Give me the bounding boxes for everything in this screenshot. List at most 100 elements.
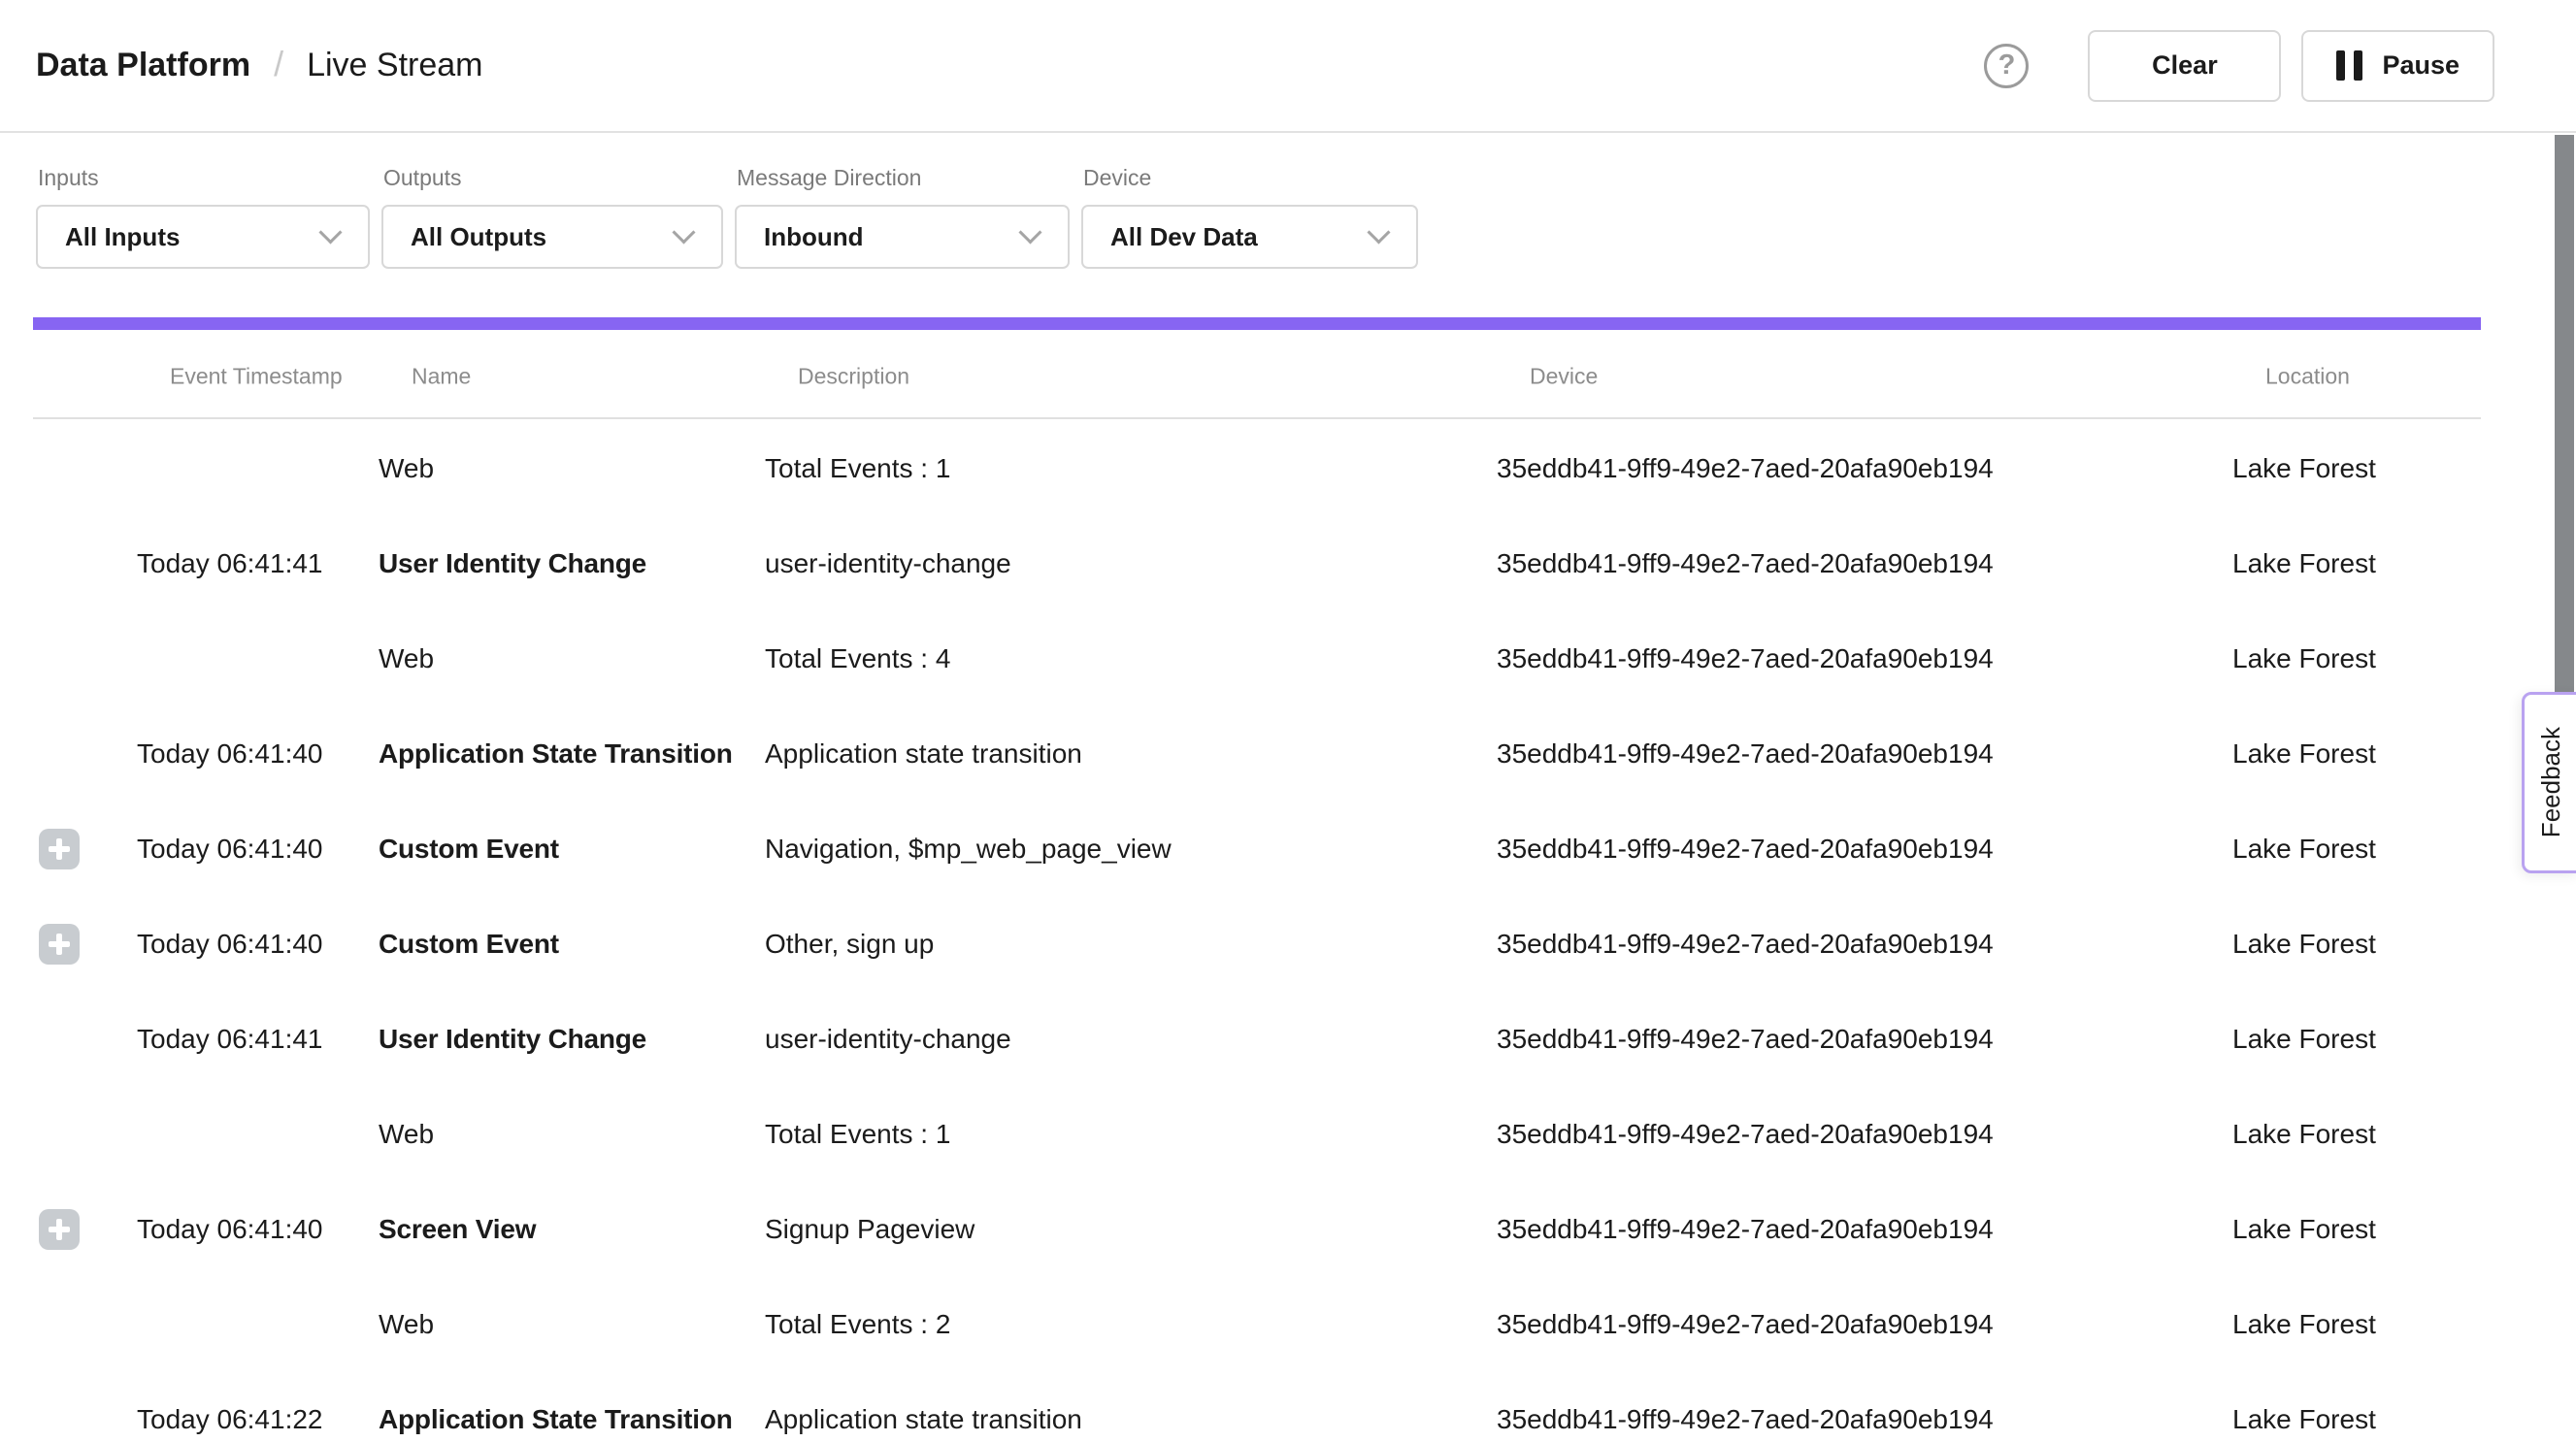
filter-group: Outputs All Outputs xyxy=(381,165,723,269)
cell-device: 35eddb41-9ff9-49e2-7aed-20afa90eb194 xyxy=(1497,1087,1994,1182)
chevron-down-icon xyxy=(1018,220,1041,244)
chevron-down-icon xyxy=(1367,220,1390,244)
table-row[interactable]: Today 06:41:41 User Identity Change user… xyxy=(0,516,2576,611)
top-actions: ? Clear Pause xyxy=(1984,30,2494,102)
help-icon[interactable]: ? xyxy=(1984,44,2029,88)
table-body: Web Total Events : 1 35eddb41-9ff9-49e2-… xyxy=(0,421,2576,1442)
cell-name: Application State Transition xyxy=(379,1372,733,1442)
cell-description: Application state transition xyxy=(765,1372,1082,1442)
scrollbar-thumb[interactable] xyxy=(2555,135,2574,735)
filter-select-device[interactable]: All Dev Data xyxy=(1081,205,1418,269)
cell-name: Screen View xyxy=(379,1182,536,1277)
table-row[interactable]: Today 06:41:22 Application State Transit… xyxy=(0,1372,2576,1442)
column-header-event-timestamp: Event Timestamp xyxy=(170,363,343,389)
pause-button-label: Pause xyxy=(2382,50,2460,81)
pause-icon xyxy=(2336,50,2362,81)
clear-button-label: Clear xyxy=(2152,50,2218,81)
cell-location: Lake Forest xyxy=(2232,1087,2376,1182)
expand-plus-icon[interactable] xyxy=(39,1209,80,1250)
table-row[interactable]: Web Total Events : 2 35eddb41-9ff9-49e2-… xyxy=(0,1277,2576,1372)
cell-location: Lake Forest xyxy=(2232,516,2376,611)
cell-description: user-identity-change xyxy=(765,516,1011,611)
cell-location: Lake Forest xyxy=(2232,706,2376,802)
cell-location: Lake Forest xyxy=(2232,992,2376,1087)
cell-name: User Identity Change xyxy=(379,516,646,611)
pause-button[interactable]: Pause xyxy=(2301,30,2494,102)
table-row[interactable]: Today 06:41:40 Custom Event Navigation, … xyxy=(0,802,2576,897)
top-bar: Data Platform / Live Stream ? Clear Paus… xyxy=(0,0,2576,133)
clear-button[interactable]: Clear xyxy=(2088,30,2281,102)
cell-name: Application State Transition xyxy=(379,706,733,802)
cell-timestamp: Today 06:41:40 xyxy=(137,897,323,992)
filter-select-inputs[interactable]: All Inputs xyxy=(36,205,370,269)
cell-timestamp: Today 06:41:22 xyxy=(137,1372,323,1442)
cell-description: Application state transition xyxy=(765,706,1082,802)
feedback-tab-label: Feedback xyxy=(2536,727,2566,837)
cell-device: 35eddb41-9ff9-49e2-7aed-20afa90eb194 xyxy=(1497,1182,1994,1277)
filter-group: Device All Dev Data xyxy=(1081,165,1418,269)
cell-description: Total Events : 4 xyxy=(765,611,950,706)
column-header-device: Device xyxy=(1530,363,1598,389)
cell-location: Lake Forest xyxy=(2232,802,2376,897)
filter-selected-value: All Dev Data xyxy=(1110,222,1258,252)
cell-name: Custom Event xyxy=(379,802,559,897)
chevron-down-icon xyxy=(672,220,695,244)
filter-select-outputs[interactable]: All Outputs xyxy=(381,205,723,269)
cell-description: Signup Pageview xyxy=(765,1182,974,1277)
filter-select-message-direction[interactable]: Inbound xyxy=(735,205,1070,269)
table-row[interactable]: Today 06:41:40 Screen View Signup Pagevi… xyxy=(0,1182,2576,1277)
breadcrumb-separator: / xyxy=(274,44,283,84)
cell-device: 35eddb41-9ff9-49e2-7aed-20afa90eb194 xyxy=(1497,611,1994,706)
filter-bar: Inputs All Inputs Outputs All Outputs Me… xyxy=(36,165,1418,269)
table-row[interactable]: Today 06:41:41 User Identity Change user… xyxy=(0,992,2576,1087)
live-stream-page: Data Platform / Live Stream ? Clear Paus… xyxy=(0,0,2576,1442)
cell-name: Web xyxy=(379,1277,434,1372)
filter-selected-value: Inbound xyxy=(764,222,864,252)
filter-label: Outputs xyxy=(383,165,723,191)
cell-name: Web xyxy=(379,421,434,516)
cell-timestamp: Today 06:41:41 xyxy=(137,992,323,1087)
cell-description: Total Events : 2 xyxy=(765,1277,950,1372)
table-row[interactable]: Web Total Events : 4 35eddb41-9ff9-49e2-… xyxy=(0,611,2576,706)
table-row[interactable]: Web Total Events : 1 35eddb41-9ff9-49e2-… xyxy=(0,1087,2576,1182)
filter-selected-value: All Inputs xyxy=(65,222,180,252)
cell-location: Lake Forest xyxy=(2232,611,2376,706)
column-header-name: Name xyxy=(412,363,471,389)
cell-timestamp: Today 06:41:41 xyxy=(137,516,323,611)
page-title: Live Stream xyxy=(307,47,482,84)
breadcrumb-data-platform[interactable]: Data Platform xyxy=(36,47,250,84)
table-row[interactable]: Web Total Events : 1 35eddb41-9ff9-49e2-… xyxy=(0,421,2576,516)
cell-location: Lake Forest xyxy=(2232,1182,2376,1277)
cell-device: 35eddb41-9ff9-49e2-7aed-20afa90eb194 xyxy=(1497,897,1994,992)
cell-name: User Identity Change xyxy=(379,992,646,1087)
cell-device: 35eddb41-9ff9-49e2-7aed-20afa90eb194 xyxy=(1497,1372,1994,1442)
cell-name: Web xyxy=(379,1087,434,1182)
cell-location: Lake Forest xyxy=(2232,897,2376,992)
expand-plus-icon[interactable] xyxy=(39,924,80,965)
filter-label: Message Direction xyxy=(737,165,1070,191)
table-row[interactable]: Today 06:41:40 Application State Transit… xyxy=(0,706,2576,802)
cell-timestamp: Today 06:41:40 xyxy=(137,706,323,802)
cell-location: Lake Forest xyxy=(2232,1372,2376,1442)
cell-device: 35eddb41-9ff9-49e2-7aed-20afa90eb194 xyxy=(1497,992,1994,1087)
expand-plus-icon[interactable] xyxy=(39,829,80,869)
cell-description: Navigation, $mp_web_page_view xyxy=(765,802,1172,897)
cell-device: 35eddb41-9ff9-49e2-7aed-20afa90eb194 xyxy=(1497,706,1994,802)
filter-label: Device xyxy=(1083,165,1418,191)
filter-selected-value: All Outputs xyxy=(411,222,546,252)
cell-description: Total Events : 1 xyxy=(765,1087,950,1182)
table-header: Event Timestamp Name Description Device … xyxy=(33,335,2481,419)
cell-device: 35eddb41-9ff9-49e2-7aed-20afa90eb194 xyxy=(1497,802,1994,897)
filter-group: Message Direction Inbound xyxy=(735,165,1070,269)
table-row[interactable]: Today 06:41:40 Custom Event Other, sign … xyxy=(0,897,2576,992)
cell-location: Lake Forest xyxy=(2232,421,2376,516)
cell-description: Total Events : 1 xyxy=(765,421,950,516)
column-header-location: Location xyxy=(2265,363,2350,389)
cell-name: Custom Event xyxy=(379,897,559,992)
cell-description: user-identity-change xyxy=(765,992,1011,1087)
cell-device: 35eddb41-9ff9-49e2-7aed-20afa90eb194 xyxy=(1497,421,1994,516)
cell-description: Other, sign up xyxy=(765,897,934,992)
feedback-tab[interactable]: Feedback xyxy=(2522,692,2576,873)
cell-device: 35eddb41-9ff9-49e2-7aed-20afa90eb194 xyxy=(1497,1277,1994,1372)
cell-timestamp: Today 06:41:40 xyxy=(137,802,323,897)
